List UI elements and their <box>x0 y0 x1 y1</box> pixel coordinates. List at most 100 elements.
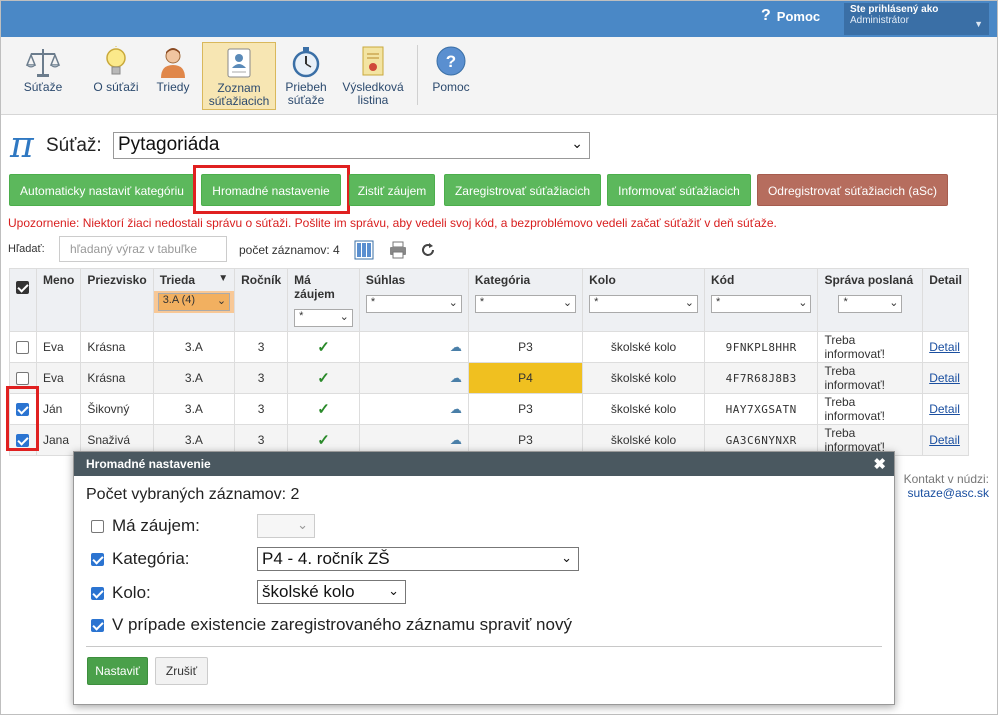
search-input[interactable]: hľadaný výraz v tabuľke <box>59 236 227 262</box>
cell-rocnik: 3 <box>234 393 289 425</box>
toolbar-label: Výsledková listina <box>342 80 404 107</box>
kolo-select[interactable]: školské kolo ⌄ <box>257 580 406 604</box>
columns-icon[interactable] <box>354 240 374 260</box>
zaujem-row: Má záujem: <box>91 516 200 536</box>
cell-trieda: 3.A <box>152 393 236 425</box>
cell-detail: Detail <box>922 393 969 425</box>
row-checkbox[interactable] <box>16 372 30 386</box>
kolo-value: školské kolo <box>262 582 355 601</box>
person-icon <box>161 48 185 78</box>
kategoria-select[interactable]: P4 - 4. ročník ZŠ ⌄ <box>257 547 579 571</box>
cloud-upload-icon[interactable]: ☁ <box>450 402 462 416</box>
cell-zaujem: ✓ <box>287 331 360 363</box>
cell-kolo: školské kolo <box>582 362 705 394</box>
kolo-checkbox[interactable] <box>91 586 104 600</box>
detail-link[interactable]: Detail <box>929 371 960 385</box>
certificate-icon <box>362 46 384 76</box>
row-checkbox[interactable] <box>16 341 30 355</box>
kolo-filter-select[interactable]: * ⌄ <box>589 295 698 313</box>
competition-select[interactable]: Pytagoriáda ⌄ <box>113 132 590 159</box>
svg-text:?: ? <box>446 52 456 71</box>
contact-email[interactable]: sutaze@asc.sk <box>904 486 989 500</box>
selected-count: Počet vybraných záznamov: 2 <box>86 486 300 503</box>
header-trieda[interactable]: Trieda ▼ 3.A (4) ⌄ <box>152 268 236 332</box>
cell-meno: Ján <box>35 393 82 425</box>
apply-button[interactable]: Nastaviť <box>87 657 148 685</box>
toolbar-item-progress[interactable]: Priebeh súťaže <box>281 42 331 110</box>
toolbar-label: Zoznam súťažiacich <box>208 81 270 108</box>
header-zaujem[interactable]: Má záujem * ⌄ <box>287 268 360 332</box>
cell-priezvisko: Krásna <box>80 362 154 394</box>
register-button[interactable]: Zaregistrovať súťažiacich <box>444 174 601 206</box>
header-kategoria[interactable]: Kategória * ⌄ <box>467 268 584 332</box>
kod-filter-select[interactable]: * ⌄ <box>710 295 812 313</box>
auto-category-button[interactable]: Automaticky nastaviť kategóriu <box>9 174 195 206</box>
unregister-button[interactable]: Odregistrovať súťažiacich (aSc) <box>757 174 948 206</box>
refresh-icon[interactable] <box>420 242 436 258</box>
toolbar-item-about[interactable]: O súťaži <box>85 42 147 110</box>
cancel-button[interactable]: Zrušiť <box>155 657 208 685</box>
new-record-checkbox[interactable] <box>91 618 104 632</box>
cell-suhlas: ☁ <box>358 331 469 363</box>
filter-value: * <box>843 296 848 308</box>
toolbar-item-classes[interactable]: Triedy <box>151 42 195 110</box>
emergency-contact: Kontakt v núdzi: sutaze@asc.sk <box>904 472 989 500</box>
sort-down-icon: ▼ <box>218 273 229 284</box>
search-label: Hľadať: <box>8 243 45 255</box>
table-row: Ján Šikovný 3.A 3 ✓ ☁ P3 školské kolo HA… <box>9 393 969 425</box>
cell-priezvisko: Krásna <box>80 331 154 363</box>
row-select-cell <box>9 331 37 363</box>
scales-icon <box>25 49 61 77</box>
checkmark-icon: ✓ <box>317 339 330 356</box>
toolbar-item-results[interactable]: Výsledková listina <box>339 42 407 110</box>
login-caption: Ste prihlásený ako <box>850 4 939 15</box>
suhlas-filter-select[interactable]: * ⌄ <box>365 295 462 313</box>
highlight-bulk-settings <box>193 165 350 214</box>
zaujem-checkbox[interactable] <box>91 519 104 533</box>
cloud-upload-icon[interactable]: ☁ <box>450 433 462 447</box>
filter-value: * <box>299 310 304 322</box>
detail-link[interactable]: Detail <box>929 402 960 416</box>
header-kolo[interactable]: Kolo * ⌄ <box>582 268 705 332</box>
select-all-checkbox[interactable] <box>16 281 29 294</box>
zaujem-select[interactable]: ⌄ <box>257 514 315 538</box>
toolbar-item-competitions[interactable]: Súťaže <box>15 42 71 110</box>
kategoria-label: Kategória: <box>112 549 190 568</box>
inform-button[interactable]: Informovať súťažiacich <box>607 174 751 206</box>
table-row: Eva Krásna 3.A 3 ✓ ☁ P4 školské kolo 4F7… <box>9 362 969 394</box>
header-zaujem-label: Má záujem <box>294 273 335 301</box>
zaujem-filter-select[interactable]: * ⌄ <box>294 309 353 327</box>
chevron-down-icon: ⌄ <box>889 297 899 309</box>
header-kod[interactable]: Kód * ⌄ <box>703 268 819 332</box>
new-record-row: V prípade existencie zaregistrovaného zá… <box>91 615 572 635</box>
lightbulb-icon <box>106 46 126 75</box>
warning-message: Upozornenie: Niektorí žiaci nedostali sp… <box>8 216 777 230</box>
cloud-upload-icon[interactable]: ☁ <box>450 371 462 385</box>
trieda-filter-select[interactable]: 3.A (4) ⌄ <box>157 293 231 311</box>
toolbar-item-contestants[interactable]: Zoznam súťažiacich <box>202 42 276 110</box>
cloud-upload-icon[interactable]: ☁ <box>450 340 462 354</box>
close-icon[interactable]: ✖ <box>873 455 886 473</box>
cell-detail: Detail <box>922 362 969 394</box>
header-suhlas[interactable]: Súhlas * ⌄ <box>358 268 469 332</box>
cell-rocnik: 3 <box>234 362 289 394</box>
top-bar: ? Pomoc Ste prihlásený ako Administrátor… <box>1 1 997 37</box>
detail-link[interactable]: Detail <box>929 340 960 354</box>
header-rocnik[interactable]: Ročník <box>234 268 289 332</box>
toolbar-item-help[interactable]: ? Pomoc <box>426 42 476 110</box>
help-link[interactable]: ? Pomoc <box>761 7 820 25</box>
new-record-label: V prípade existencie zaregistrovaného zá… <box>112 615 572 634</box>
print-icon[interactable] <box>388 240 408 260</box>
kategoria-checkbox[interactable] <box>91 552 104 566</box>
filter-value: * <box>370 296 376 308</box>
header-priezvisko[interactable]: Priezvisko <box>80 268 154 332</box>
header-meno[interactable]: Meno <box>35 268 82 332</box>
user-menu[interactable]: Ste prihlásený ako Administrátor ▼ <box>844 3 989 35</box>
sprava-filter-select[interactable]: * ⌄ <box>838 295 903 313</box>
header-sprava[interactable]: Správa poslaná * ⌄ <box>817 268 924 332</box>
detail-link[interactable]: Detail <box>929 433 960 447</box>
kategoria-filter-select[interactable]: * ⌄ <box>474 295 577 313</box>
find-interest-button[interactable]: Zistiť záujem <box>349 174 435 206</box>
toolbar-label: Pomoc <box>432 80 470 94</box>
cell-zaujem: ✓ <box>287 362 360 394</box>
